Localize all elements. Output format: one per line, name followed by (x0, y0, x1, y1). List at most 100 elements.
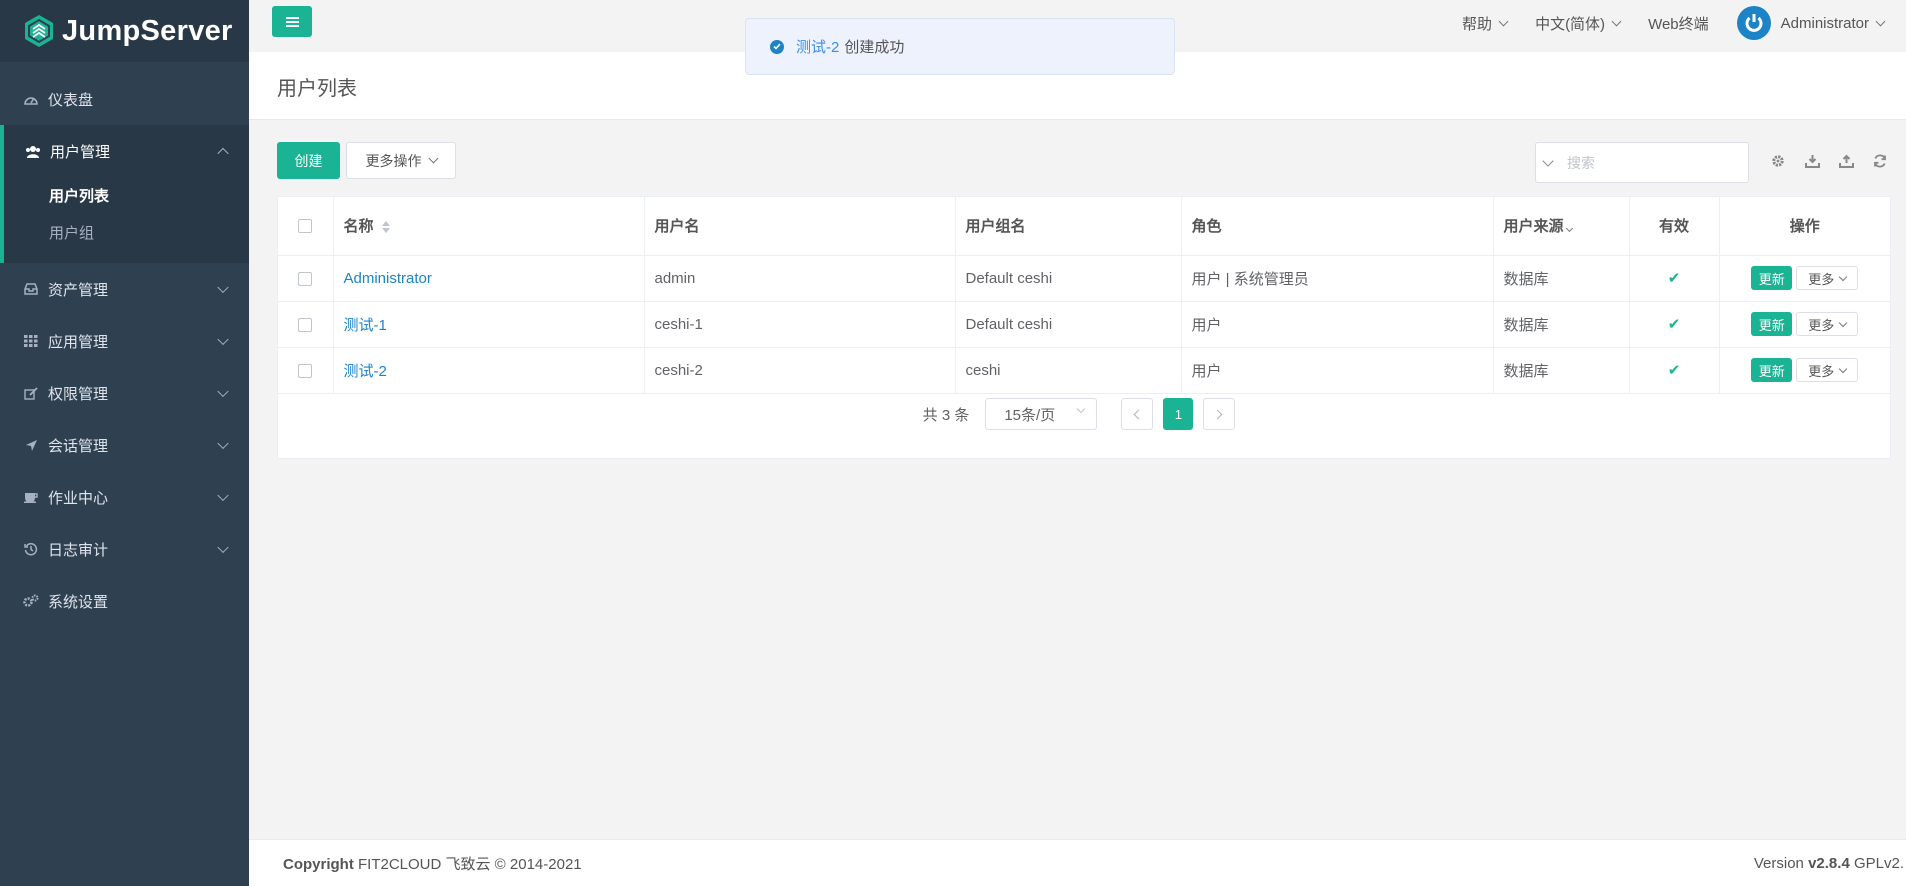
user-name-link[interactable]: Administrator (344, 270, 432, 287)
search-field-select[interactable] (1536, 143, 1559, 182)
chevron-down-icon (217, 281, 229, 294)
sidebar-item-label: 仪表盘 (48, 91, 94, 109)
user-name: Administrator (1780, 14, 1869, 32)
sort-icon[interactable] (381, 221, 390, 234)
pagination-total: 共 3 条 (922, 406, 970, 424)
name-cell: Administrator (333, 255, 645, 302)
role-cell: 用户 (1181, 347, 1494, 394)
sidebar-item-settings[interactable]: 系统设置 (0, 575, 249, 627)
update-button[interactable]: 更新 (1751, 266, 1793, 290)
valid-check-icon: ✔ (1629, 347, 1720, 394)
page-size-select[interactable]: 15条/页 (985, 398, 1098, 430)
license-text: GPLv2. (1853, 854, 1904, 872)
row-more-dropdown[interactable]: 更多 (1796, 358, 1859, 382)
sidebar-subitem-user-groups[interactable]: 用户组 (4, 214, 249, 251)
column-header-username: 用户名 (644, 197, 956, 256)
prev-page-button[interactable] (1121, 398, 1154, 430)
version-info: Version v2.8.4 GPLv2. (1754, 855, 1904, 872)
copyright-text: FIT2CLOUD 飞致云 © 2014-2021 (358, 855, 582, 873)
chevron-down-icon (1839, 272, 1848, 281)
avatar (1736, 6, 1771, 40)
row-more-label: 更多 (1808, 271, 1835, 287)
grid-icon (22, 332, 40, 350)
user-name-link[interactable]: 测试-1 (344, 317, 387, 334)
username-cell: ceshi-1 (644, 301, 956, 348)
toast-message: 创建成功 (844, 39, 905, 56)
refresh-icon[interactable] (1871, 152, 1889, 170)
row-more-dropdown[interactable]: 更多 (1796, 266, 1859, 290)
chevron-down-icon (1077, 404, 1086, 414)
chevron-right-icon (1212, 409, 1223, 419)
web-terminal-link[interactable]: Web终端 (1648, 13, 1709, 34)
column-header-source[interactable]: 用户来源 (1493, 197, 1630, 256)
create-button[interactable]: 创建 (277, 142, 340, 179)
sidebar-item-applications[interactable]: 应用管理 (0, 315, 249, 367)
sidebar-item-label: 用户管理 (50, 143, 111, 161)
row-checkbox[interactable] (298, 271, 313, 286)
username-cell: ceshi-2 (644, 347, 956, 394)
update-button[interactable]: 更新 (1751, 358, 1793, 382)
chevron-down-icon (1839, 364, 1848, 373)
valid-check-icon: ✔ (1629, 255, 1720, 302)
user-table: 名称 用户名 用户组名 角色 用户来源 有效 操作 Administrator … (277, 196, 1891, 459)
language-dropdown[interactable]: 中文(简体) (1535, 13, 1622, 34)
gears-icon (22, 592, 40, 610)
sidebar-item-sessions[interactable]: 会话管理 (0, 419, 249, 471)
language-label: 中文(简体) (1535, 15, 1606, 33)
nav-menu: 仪表盘 用户管理 用户列表 用户组 资产管理 应用管理 权限管理 会话管理 作业… (0, 73, 249, 627)
row-more-label: 更多 (1808, 317, 1835, 333)
column-header-actions: 操作 (1719, 197, 1890, 256)
chevron-down-icon (1498, 16, 1509, 26)
role-cell: 用户 | 系统管理员 (1181, 255, 1494, 302)
sidebar-item-dashboard[interactable]: 仪表盘 (0, 73, 249, 125)
user-dropdown[interactable]: Administrator (1736, 6, 1886, 40)
chevron-down-icon (1611, 16, 1622, 26)
sidebar-item-users[interactable]: 用户管理 (4, 125, 249, 177)
table-row: 测试-1 ceshi-1 Default ceshi 用户 数据库 ✔ 更新 更… (278, 301, 1890, 348)
row-checkbox-cell (278, 347, 334, 394)
groups-cell: Default ceshi (955, 301, 1182, 348)
page-number-button[interactable]: 1 (1163, 398, 1194, 430)
download-icon[interactable] (1803, 152, 1821, 170)
dashboard-icon (22, 90, 40, 108)
sidebar-item-jobs[interactable]: 作业中心 (0, 471, 249, 523)
row-more-dropdown[interactable]: 更多 (1796, 312, 1859, 336)
sidebar-item-assets[interactable]: 资产管理 (0, 263, 249, 315)
valid-check-icon: ✔ (1629, 301, 1720, 348)
row-checkbox[interactable] (298, 363, 313, 378)
web-terminal-label: Web终端 (1648, 15, 1709, 33)
chevron-down-icon (1541, 154, 1554, 167)
help-dropdown[interactable]: 帮助 (1462, 13, 1509, 34)
groups-cell: ceshi (955, 347, 1182, 394)
chevron-left-icon (1133, 409, 1144, 419)
sidebar-group-users: 用户管理 用户列表 用户组 (0, 125, 249, 263)
inbox-icon (22, 280, 40, 298)
update-button[interactable]: 更新 (1751, 312, 1793, 336)
column-label: 名称 (343, 218, 374, 236)
app-name: JumpServer (62, 14, 233, 47)
menu-toggle-button[interactable] (272, 6, 312, 37)
sidebar-item-permissions[interactable]: 权限管理 (0, 367, 249, 419)
column-header-role: 角色 (1181, 197, 1494, 256)
logo[interactable]: JumpServer (0, 0, 249, 62)
chevron-down-icon (217, 437, 229, 450)
user-name-link[interactable]: 测试-2 (344, 363, 387, 380)
next-page-button[interactable] (1203, 398, 1236, 430)
table-tool-icons (1769, 152, 1905, 170)
more-actions-dropdown[interactable]: 更多操作 (346, 142, 456, 179)
column-header-name[interactable]: 名称 (333, 197, 645, 256)
name-cell: 测试-2 (333, 347, 645, 394)
upload-icon[interactable] (1837, 152, 1855, 170)
row-checkbox[interactable] (298, 317, 313, 332)
table-row: 测试-2 ceshi-2 ceshi 用户 数据库 ✔ 更新 更多 (278, 347, 1890, 394)
search-input[interactable] (1559, 143, 1748, 182)
settings-icon[interactable] (1769, 152, 1787, 170)
sidebar-subitem-user-list[interactable]: 用户列表 (4, 177, 249, 214)
sidebar-item-audit[interactable]: 日志审计 (0, 523, 249, 575)
chevron-down-icon (1839, 318, 1848, 327)
column-header-valid: 有效 (1629, 197, 1720, 256)
select-all-checkbox[interactable] (298, 219, 313, 234)
chevron-up-icon (217, 147, 229, 160)
version-number: v2.8.4 (1808, 854, 1850, 872)
select-all-cell (278, 197, 334, 256)
